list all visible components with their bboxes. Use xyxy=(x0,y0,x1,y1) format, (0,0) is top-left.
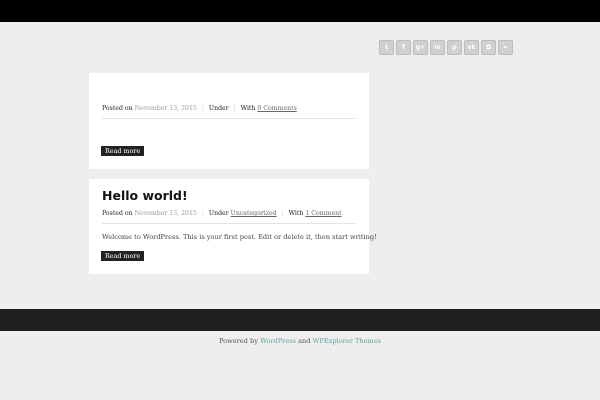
footer-bar xyxy=(0,309,600,331)
post-card: Posted on November 13, 2015 | Under | Wi… xyxy=(89,73,369,169)
powered-by-label: Powered by xyxy=(218,337,258,345)
and-label: and xyxy=(298,337,311,345)
google-plus-glyph: g+ xyxy=(415,43,426,51)
social-icons: t f g+ in p vk ◘ ≈ xyxy=(379,40,513,55)
linkedin-icon[interactable]: in xyxy=(430,40,445,55)
pinterest-icon[interactable]: p xyxy=(447,40,462,55)
meta-separator: | xyxy=(201,105,204,112)
pinterest-glyph: p xyxy=(452,43,457,51)
divider xyxy=(102,223,356,224)
category-link[interactable]: Uncategorized xyxy=(231,210,277,217)
linkedin-glyph: in xyxy=(434,43,441,51)
under-label: Under xyxy=(208,105,229,112)
post-card: Hello world! Posted on November 13, 2015… xyxy=(89,179,377,274)
twitter-glyph: t xyxy=(385,43,388,51)
post-date: November 13, 2015 xyxy=(134,210,197,217)
post-meta: Posted on November 13, 2015 | Under Unca… xyxy=(102,210,342,217)
with-label: With xyxy=(240,105,256,112)
meta-separator: | xyxy=(281,210,284,217)
post-meta: Posted on November 13, 2015 | Under | Wi… xyxy=(102,105,297,112)
google-plus-icon[interactable]: g+ xyxy=(413,40,428,55)
comments-link[interactable]: 1 Comment xyxy=(305,210,341,217)
meta-separator: | xyxy=(201,210,204,217)
wordpress-link[interactable]: WordPress xyxy=(260,337,296,345)
vk-glyph: vk xyxy=(467,43,476,51)
rss-glyph: ≈ xyxy=(502,43,509,51)
footer-credit: Powered by WordPress and WPExplorer Them… xyxy=(0,337,600,345)
twitter-icon[interactable]: t xyxy=(379,40,394,55)
divider xyxy=(102,118,356,119)
post-excerpt: Welcome to WordPress. This is your first… xyxy=(102,233,377,241)
under-label: Under xyxy=(208,210,229,217)
post-title[interactable]: Hello world! xyxy=(102,188,188,203)
rss-icon[interactable]: ≈ xyxy=(498,40,513,55)
top-bar xyxy=(0,0,600,22)
posted-on-label: Posted on xyxy=(102,105,133,112)
meta-separator: | xyxy=(233,105,236,112)
facebook-icon[interactable]: f xyxy=(396,40,411,55)
read-more-button[interactable]: Read more xyxy=(101,146,145,156)
instagram-icon[interactable]: ◘ xyxy=(481,40,496,55)
post-date: November 13, 2015 xyxy=(134,105,197,112)
comments-link[interactable]: 0 Comments xyxy=(257,105,296,112)
facebook-glyph: f xyxy=(402,43,405,51)
instagram-glyph: ◘ xyxy=(485,43,492,51)
vk-icon[interactable]: vk xyxy=(464,40,479,55)
posted-on-label: Posted on xyxy=(102,210,133,217)
wpexplorer-link[interactable]: WPExplorer Themes xyxy=(313,337,381,345)
with-label: With xyxy=(288,210,304,217)
read-more-button[interactable]: Read more xyxy=(101,251,145,261)
